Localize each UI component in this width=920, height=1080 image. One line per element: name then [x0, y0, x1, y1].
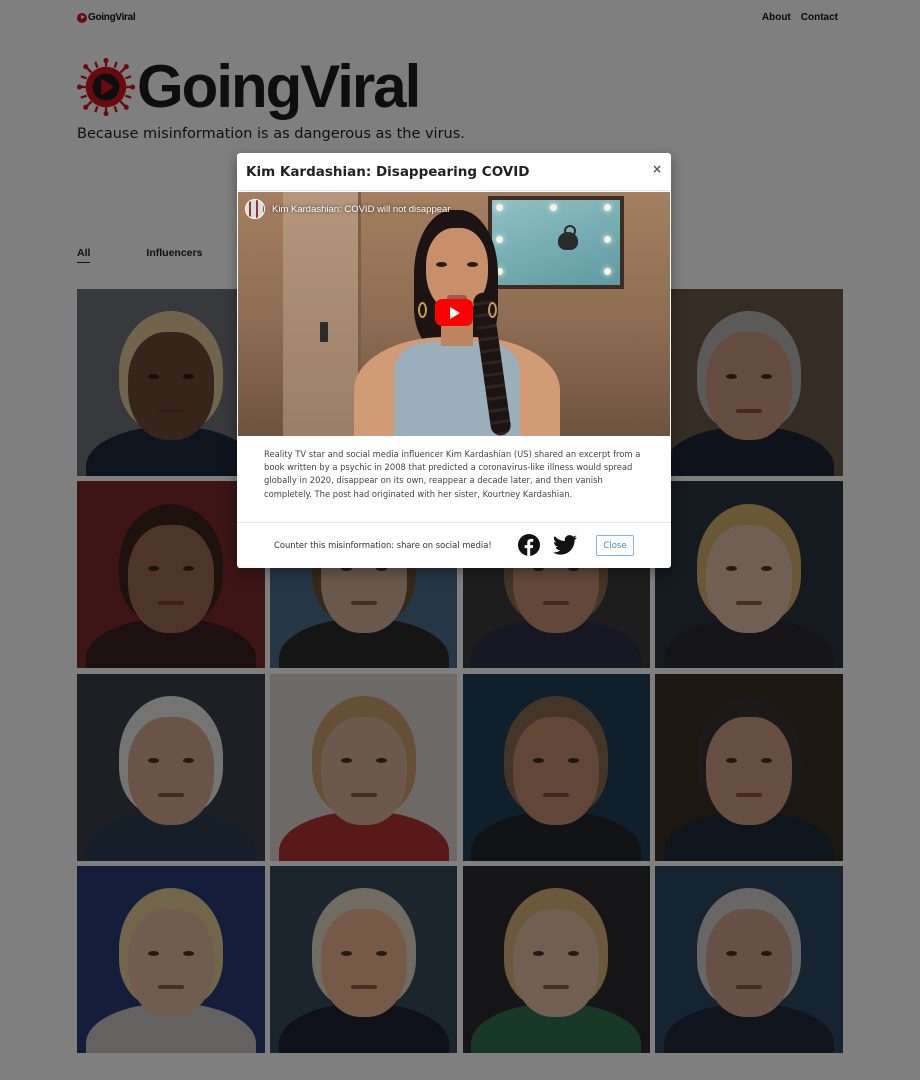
youtube-play-icon[interactable]	[435, 299, 473, 326]
share-prompt: Counter this misinformation: share on so…	[274, 540, 492, 550]
presenter-eyes	[436, 262, 478, 267]
earring-icon	[488, 302, 497, 318]
video-door	[283, 192, 361, 436]
modal-header: Kim Kardashian: Disappearing COVID ×	[237, 153, 671, 191]
close-button[interactable]: Close	[596, 535, 634, 556]
video-modal: Kim Kardashian: Disappearing COVID × Kim…	[237, 153, 671, 568]
modal-footer: Counter this misinformation: share on so…	[237, 522, 671, 568]
earring-icon	[418, 302, 427, 318]
modal-description: Reality TV star and social media influen…	[264, 449, 641, 499]
video-title[interactable]: Kim Kardashian: COVID will not disappear	[272, 204, 450, 215]
channel-avatar[interactable]	[245, 199, 265, 219]
video-channel-bar: Kim Kardashian: COVID will not disappear	[245, 199, 450, 219]
modal-title: Kim Kardashian: Disappearing COVID	[246, 164, 530, 180]
facebook-icon[interactable]	[518, 534, 540, 556]
close-icon[interactable]: ×	[652, 162, 662, 176]
youtube-video-embed[interactable]: Kim Kardashian: COVID will not disappear	[238, 192, 670, 436]
door-handle	[320, 322, 328, 342]
teapot-icon	[556, 225, 580, 251]
twitter-icon[interactable]	[553, 535, 577, 555]
